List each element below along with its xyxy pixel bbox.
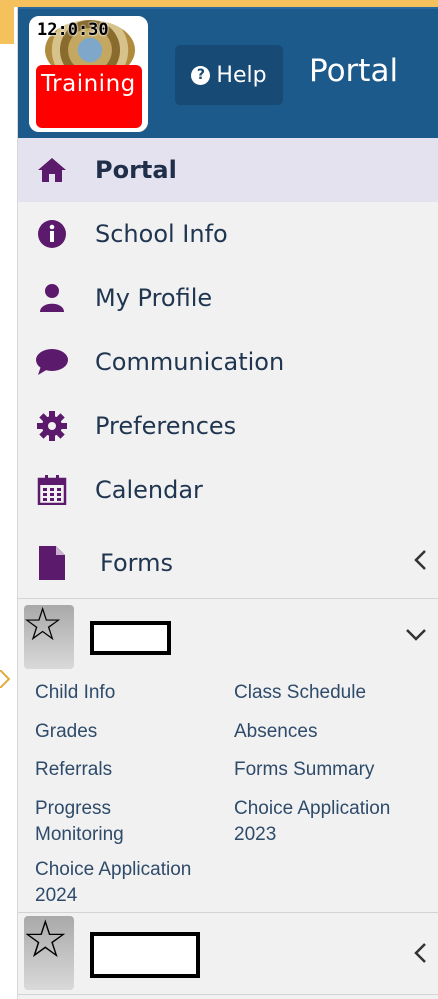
portal-app: 12:0:30 Training ? Help Portal Portal Sc… xyxy=(17,7,438,999)
star-icon[interactable]: ☆ xyxy=(22,914,69,966)
nav-item-portal[interactable]: Portal xyxy=(18,138,438,202)
link-grades[interactable]: Grades xyxy=(35,719,97,745)
section-divider xyxy=(18,912,438,913)
link-choice-application-2024[interactable]: Choice Application 2024 xyxy=(35,857,225,909)
nav-label: Portal xyxy=(95,156,177,184)
link-choice-application-2023[interactable]: Choice Application 2023 xyxy=(234,796,424,848)
arrow-marker-icon xyxy=(0,670,10,688)
link-progress-monitoring[interactable]: Progress Monitoring xyxy=(35,796,185,848)
star-icon[interactable]: ☆ xyxy=(22,601,63,647)
nav-label: Preferences xyxy=(95,412,237,440)
gear-icon xyxy=(35,409,69,443)
nav-item-calendar[interactable]: Calendar xyxy=(18,458,438,522)
nav-item-school-info[interactable]: School Info xyxy=(18,202,438,266)
section-divider xyxy=(18,598,438,599)
session-clock: 12:0:30 xyxy=(37,20,109,40)
redacted-student-name xyxy=(90,932,200,978)
nav-label: School Info xyxy=(95,220,228,248)
student-header[interactable]: ☆ xyxy=(18,601,438,671)
chevron-left-icon[interactable] xyxy=(413,942,427,970)
info-circle-icon xyxy=(35,217,69,251)
nav-item-communication[interactable]: Communication xyxy=(18,330,438,394)
link-forms-summary[interactable]: Forms Summary xyxy=(234,757,374,783)
section-divider xyxy=(18,994,438,995)
nav-label: Calendar xyxy=(95,476,203,504)
link-absences[interactable]: Absences xyxy=(234,719,317,745)
redacted-student-name xyxy=(90,621,171,655)
link-class-schedule[interactable]: Class Schedule xyxy=(234,680,366,706)
help-label: Help xyxy=(216,62,267,88)
file-icon xyxy=(35,546,69,580)
home-icon xyxy=(35,153,69,187)
calendar-icon xyxy=(35,473,69,507)
header-bar: 12:0:30 Training ? Help Portal xyxy=(18,7,438,138)
page-title: Portal xyxy=(309,53,399,89)
nav-label: Communication xyxy=(95,348,285,376)
training-badge: Training xyxy=(36,65,142,128)
chevron-left-icon xyxy=(413,549,427,577)
nav-item-my-profile[interactable]: My Profile xyxy=(18,266,438,330)
focus-highlight-top xyxy=(0,0,438,7)
focus-highlight-left xyxy=(0,0,14,44)
nav-item-preferences[interactable]: Preferences xyxy=(18,394,438,458)
user-icon xyxy=(35,281,69,315)
help-button[interactable]: ? Help xyxy=(175,45,283,105)
chevron-down-icon[interactable] xyxy=(405,623,427,648)
nav-item-forms[interactable]: Forms xyxy=(18,528,438,598)
student-header[interactable]: ☆ xyxy=(18,914,438,994)
chat-bubble-icon xyxy=(35,345,69,379)
nav-label: My Profile xyxy=(95,284,213,312)
question-circle-icon: ? xyxy=(191,65,211,85)
link-child-info[interactable]: Child Info xyxy=(35,680,115,706)
link-referrals[interactable]: Referrals xyxy=(35,757,112,783)
student-links: Child Info Class Schedule Grades Absence… xyxy=(18,677,438,912)
district-logo[interactable]: 12:0:30 Training xyxy=(29,16,148,132)
nav-label: Forms xyxy=(100,549,173,577)
